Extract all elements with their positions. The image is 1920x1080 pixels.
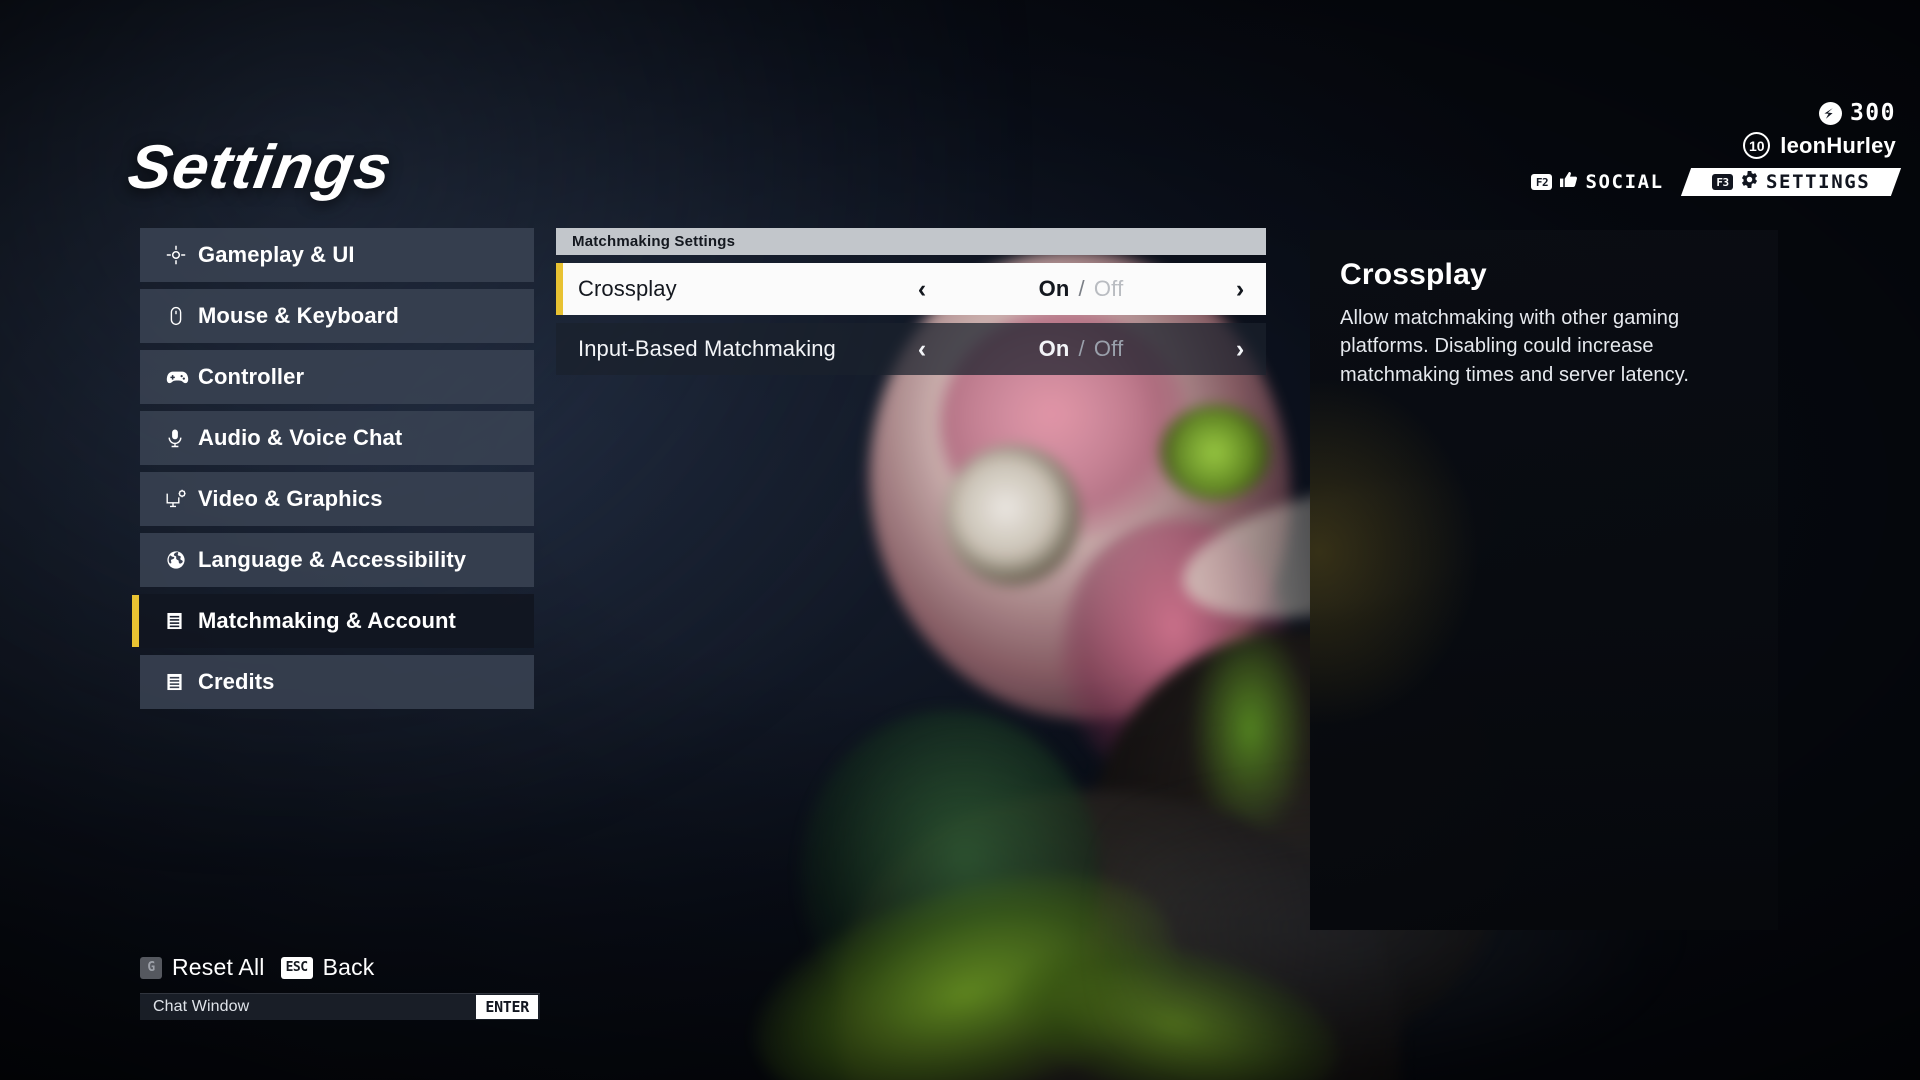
- sidebar-item-controller[interactable]: Controller: [140, 350, 534, 404]
- tab-social[interactable]: F2 SOCIAL: [1515, 168, 1679, 196]
- setting-value-on[interactable]: On: [1039, 336, 1070, 362]
- sidebar-item-credits[interactable]: Credits: [140, 655, 534, 709]
- tab-settings-label: SETTINGS: [1765, 171, 1870, 193]
- key-g: G: [140, 956, 162, 979]
- sidebar-item-label: Mouse & Keyboard: [198, 303, 399, 328]
- currency-display: 300: [1376, 100, 1896, 126]
- sidebar-item-label: Credits: [198, 669, 275, 694]
- sidebar-item-label: Audio & Voice Chat: [198, 425, 403, 450]
- tab-social-label: SOCIAL: [1585, 171, 1664, 193]
- currency-amount: 300: [1849, 100, 1896, 126]
- key-f3: F3: [1711, 174, 1733, 190]
- player-name: leonHurley: [1780, 132, 1896, 158]
- gear-icon: [1740, 170, 1759, 194]
- crosshair-icon: [166, 245, 193, 265]
- gamepad-icon: [166, 368, 193, 386]
- setting-row-crossplay[interactable]: Crossplay ‹ On / Off ›: [556, 263, 1266, 315]
- settings-panel: Matchmaking Settings Crossplay ‹ On / Of…: [556, 228, 1266, 375]
- next-value-arrow-icon[interactable]: ›: [1214, 275, 1266, 304]
- key-f2: F2: [1531, 174, 1553, 190]
- reset-all-label: Reset All: [172, 954, 265, 980]
- value-separator: /: [1078, 336, 1085, 361]
- reset-all-action[interactable]: G Reset All: [140, 954, 265, 981]
- value-separator: /: [1078, 276, 1085, 301]
- setting-value-off[interactable]: Off: [1094, 276, 1124, 302]
- setting-value-group: On / Off: [948, 276, 1214, 302]
- tab-settings[interactable]: F3 SETTINGS: [1680, 168, 1902, 196]
- description-body: Allow matchmaking with other gaming plat…: [1340, 307, 1690, 386]
- globe-icon: [166, 550, 193, 570]
- panel-header: Matchmaking Settings: [556, 228, 1266, 255]
- coin-icon: [1818, 101, 1842, 125]
- player-info: 10 leonHurley: [1376, 132, 1896, 159]
- settings-sidebar: Gameplay & UI Mouse & Keyboard Controlle…: [132, 228, 534, 716]
- back-label: Back: [322, 954, 375, 980]
- sidebar-item-video-graphics[interactable]: Video & Graphics: [140, 472, 534, 526]
- setting-value-group: On / Off: [948, 336, 1214, 362]
- setting-value-off[interactable]: Off: [1094, 336, 1124, 362]
- sidebar-item-label: Video & Graphics: [198, 486, 383, 511]
- sidebar-item-label: Controller: [198, 364, 305, 389]
- social-thumbs-icon: [1559, 171, 1578, 193]
- mouse-icon: [166, 306, 193, 326]
- key-esc: ESC: [280, 956, 313, 979]
- sidebar-item-label: Gameplay & UI: [198, 242, 355, 267]
- monitor-icon: [166, 489, 193, 509]
- sidebar-item-label: Matchmaking & Account: [198, 608, 456, 633]
- setting-value-on[interactable]: On: [1039, 276, 1070, 302]
- description-title: Crossplay: [1340, 258, 1487, 291]
- hud-tabs: F2 SOCIAL F3 SETTINGS: [1376, 168, 1902, 196]
- hud: 300 10 leonHurley F2 SOCIAL F3 SETTINGS: [1376, 100, 1902, 196]
- setting-row-input-based-matchmaking[interactable]: Input-Based Matchmaking ‹ On / Off ›: [556, 323, 1266, 375]
- sidebar-item-audio-voice-chat[interactable]: Audio & Voice Chat: [140, 411, 534, 465]
- key-enter: ENTER: [476, 995, 538, 1019]
- chat-window-bar[interactable]: Chat Window ENTER: [140, 993, 540, 1020]
- next-value-arrow-icon[interactable]: ›: [1214, 335, 1266, 364]
- setting-label: Input-Based Matchmaking: [578, 336, 836, 361]
- sidebar-item-label: Language & Accessibility: [198, 547, 467, 572]
- level-badge: 10: [1743, 132, 1771, 159]
- prev-value-arrow-icon[interactable]: ‹: [896, 335, 948, 364]
- prev-value-arrow-icon[interactable]: ‹: [896, 275, 948, 304]
- page-title: Settings: [123, 133, 398, 202]
- sidebar-item-language-accessibility[interactable]: Language & Accessibility: [140, 533, 534, 587]
- sidebar-item-matchmaking-account[interactable]: Matchmaking & Account: [132, 594, 534, 648]
- description-panel: Crossplay Allow matchmaking with other g…: [1310, 230, 1778, 930]
- footer-actions: G Reset All ESC Back: [140, 954, 540, 981]
- document-icon: [166, 672, 193, 692]
- sidebar-item-mouse-keyboard[interactable]: Mouse & Keyboard: [140, 289, 534, 343]
- setting-label: Crossplay: [578, 276, 677, 301]
- sidebar-item-gameplay-ui[interactable]: Gameplay & UI: [140, 228, 534, 282]
- document-icon: [166, 611, 193, 631]
- back-action[interactable]: ESC Back: [280, 954, 375, 981]
- footer-controls: G Reset All ESC Back Chat Window ENTER: [140, 954, 540, 1020]
- microphone-icon: [166, 428, 193, 448]
- chat-input-placeholder: Chat Window: [153, 998, 250, 1015]
